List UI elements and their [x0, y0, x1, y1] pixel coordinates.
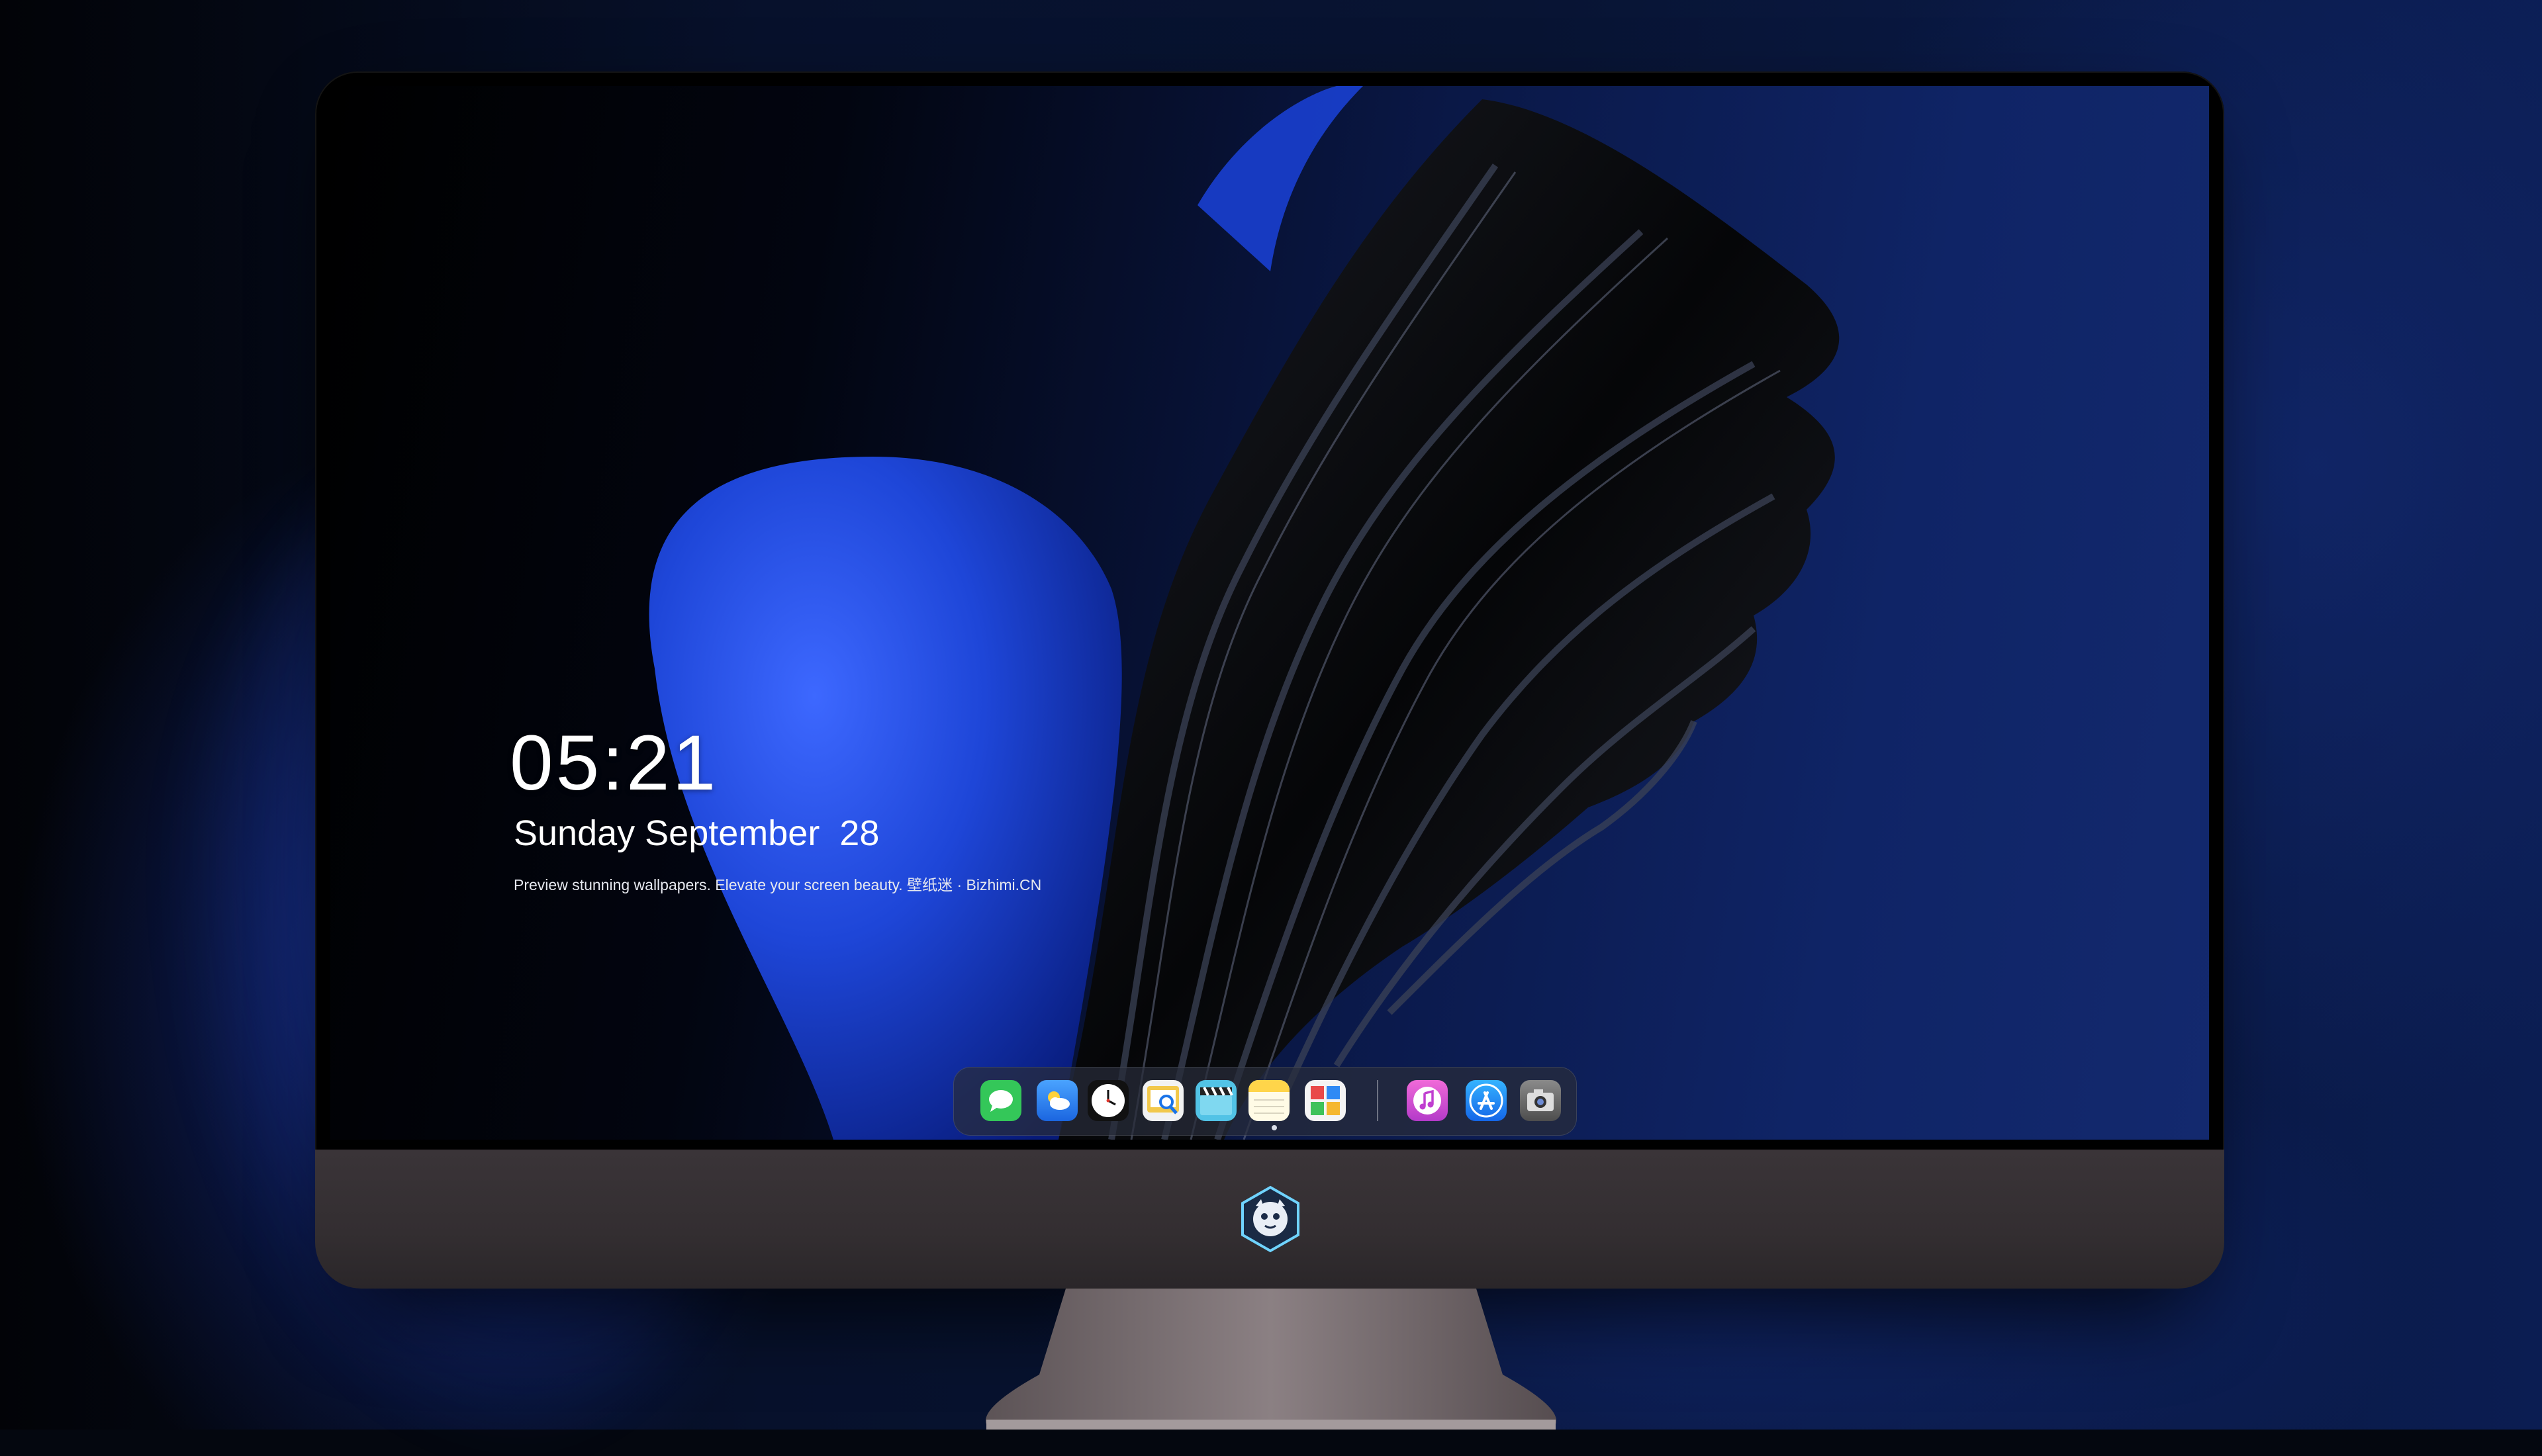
lock-screen-tagline: Preview stunning wallpapers. Elevate you… [514, 876, 1042, 893]
dock-separator [1377, 1080, 1378, 1121]
monitor-stand [986, 1289, 1556, 1430]
camera-icon [1527, 1089, 1554, 1111]
clock-icon [1092, 1084, 1125, 1117]
photo-booth-icon [1311, 1086, 1340, 1115]
lock-screen-time: 05:21 [510, 719, 719, 807]
dock-app-video-editor[interactable] [1196, 1080, 1237, 1121]
dock-app-clock[interactable] [1088, 1080, 1129, 1121]
messages-icon [989, 1090, 1013, 1112]
running-indicator [1272, 1125, 1277, 1130]
preview-icon [1147, 1086, 1179, 1115]
dock-app-notes[interactable] [1248, 1080, 1290, 1121]
dock-app-photo-booth[interactable] [1305, 1080, 1346, 1121]
music-icon [1413, 1087, 1441, 1115]
dock-app-camera[interactable] [1520, 1080, 1561, 1121]
dock-app-preview[interactable] [1143, 1080, 1184, 1121]
dock-app-app-store[interactable] [1466, 1080, 1507, 1121]
app-store-icon [1469, 1083, 1503, 1118]
dock-app-itunes[interactable] [1407, 1080, 1448, 1121]
weather-icon [1048, 1091, 1070, 1110]
dock-app-messages[interactable] [980, 1080, 1021, 1121]
clapperboard-icon [1200, 1087, 1233, 1115]
dock-app-weather[interactable] [1037, 1080, 1078, 1121]
lock-screen-date: Sunday September 28 [514, 813, 880, 853]
desktop-screen [330, 86, 2209, 1140]
wallpaper-bloom-artwork [649, 86, 1840, 1140]
notes-icon [1248, 1080, 1290, 1114]
mascot-logo-icon [1241, 1185, 1299, 1253]
